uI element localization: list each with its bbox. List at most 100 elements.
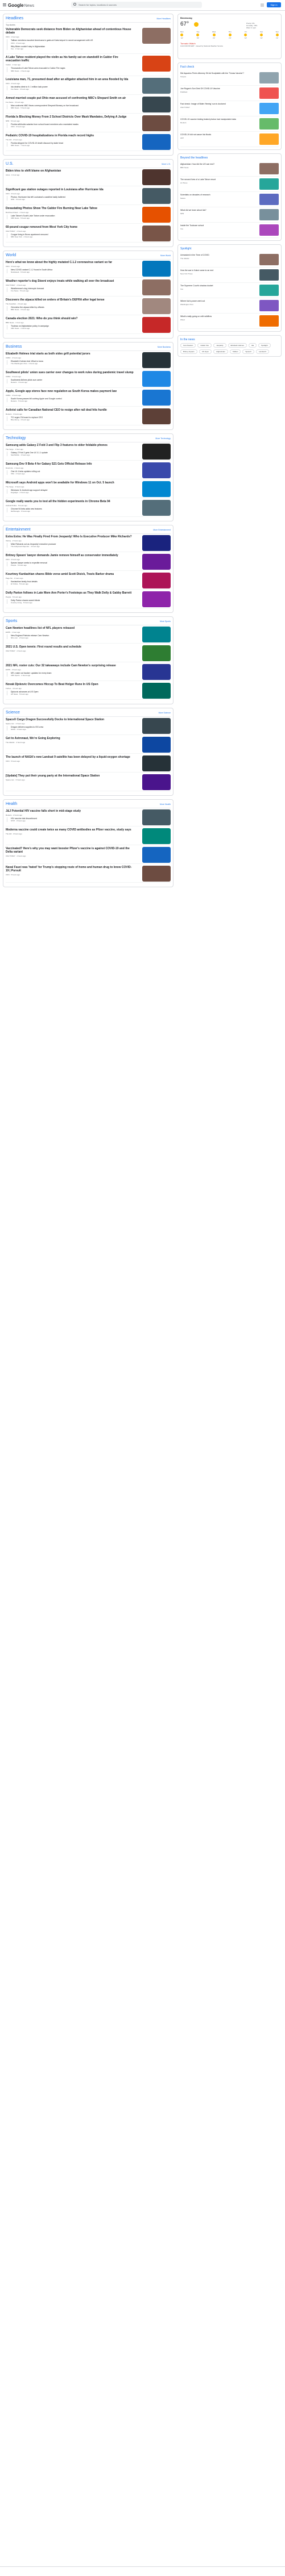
story-thumbnail[interactable]: [142, 187, 171, 204]
topic-tag[interactable]: Elizabeth Holmes: [228, 343, 247, 348]
story-thumbnail[interactable]: [142, 736, 171, 753]
story-title[interactable]: Apple, Google app stores face new regula…: [6, 390, 134, 393]
story-thumbnail[interactable]: [142, 626, 171, 642]
more-link[interactable]: More World: [160, 254, 171, 257]
story-thumbnail[interactable]: [142, 645, 171, 661]
story-thumbnail[interactable]: [142, 865, 171, 882]
story-thumbnail[interactable]: [142, 663, 171, 680]
story-thumbnail[interactable]: [142, 115, 171, 131]
story[interactable]: Devastating Photos Show The Caldor Fire …: [6, 206, 171, 224]
spotlight-item-thumbnail[interactable]: [259, 285, 279, 296]
story[interactable]: A Lake Tahoe resident played the violin …: [6, 56, 171, 76]
story-title[interactable]: Britney Spears' lawyer demands Jamie rem…: [6, 554, 134, 557]
topic-tag[interactable]: Afghanistan: [213, 349, 228, 354]
topic-tag[interactable]: SpaceX: [242, 349, 254, 354]
sign-in-button[interactable]: Sign in: [267, 2, 281, 7]
story[interactable]: Elizabeth Holmes trial starts as both si…: [6, 352, 171, 369]
spotlight-item[interactable]: Where Ida's power went out Washington Pos…: [180, 298, 279, 314]
spotlight-item-thumbnail[interactable]: [259, 269, 279, 281]
more-link[interactable]: More Sports: [160, 620, 171, 623]
story[interactable]: Google really wants you to test all the …: [6, 499, 171, 517]
story-title[interactable]: [Update] They put their young party at t…: [6, 774, 134, 778]
more-link[interactable]: More Technology: [155, 437, 171, 440]
story[interactable]: Apple, Google app stores face new regula…: [6, 389, 171, 407]
story-title[interactable]: Significant gas station outages reported…: [6, 188, 134, 191]
section-title[interactable]: Entertainment: [6, 528, 31, 532]
section-title[interactable]: U.S.: [6, 162, 14, 166]
story[interactable]: Vulnerable Democrats seek distance from …: [6, 28, 171, 54]
story[interactable]: The launch of NASA's new Landsat 9 satel…: [6, 755, 171, 773]
topic-tag[interactable]: Spotlight: [258, 343, 271, 348]
logo[interactable]: GoogleNews: [8, 3, 34, 8]
story-title[interactable]: Florida Is Blocking Money From 2 School …: [6, 115, 134, 119]
story-thumbnail[interactable]: [142, 298, 171, 314]
story-thumbnail[interactable]: [142, 370, 171, 387]
fact_check-item-thumbnail[interactable]: [259, 87, 279, 99]
fact_check-item-thumbnail[interactable]: [259, 103, 279, 114]
fact_check-item-title[interactable]: COVID-19 vaccine testing leaked photos h…: [180, 118, 254, 121]
story[interactable]: Microsoft says Android apps won't be ava…: [6, 481, 171, 498]
story[interactable]: 60-pound cougar removed from West York C…: [6, 225, 171, 243]
story[interactable]: J&J Potential HIV vaccine falls short in…: [6, 809, 171, 826]
menu-icon[interactable]: [3, 3, 6, 6]
section-title[interactable]: Business: [6, 345, 22, 349]
section-title[interactable]: Technology: [6, 436, 26, 440]
local-item[interactable]: What did we learn about Ida? NPR: [180, 207, 279, 223]
local-item[interactable]: Inside the Toulouse school Vox: [180, 223, 279, 238]
story[interactable]: Weather reporter's dog Stoeni enjoys tre…: [6, 279, 171, 297]
local-item-thumbnail[interactable]: [259, 178, 279, 190]
story[interactable]: Florida Is Blocking Money From 2 School …: [6, 115, 171, 132]
spotlight-item-thumbnail[interactable]: [259, 315, 279, 327]
story[interactable]: Pediatric COVID-19 hospitalizations in F…: [6, 133, 171, 151]
story-title[interactable]: SpaceX Cargo Dragon Successfully Docks t…: [6, 718, 134, 721]
search-bar[interactable]: Search for topics, locations & sources: [71, 2, 202, 8]
story-thumbnail[interactable]: [142, 279, 171, 295]
story[interactable]: [Update] They put their young party at t…: [6, 774, 171, 791]
topic-tag[interactable]: Cam Newton: [180, 343, 196, 348]
topic-tag[interactable]: Taliban: [229, 349, 241, 354]
story-title[interactable]: Cam Newton headlines list of NFL players…: [6, 627, 134, 630]
spotlight-item[interactable]: Unmasked in the Time of COVID The Atlanti…: [180, 252, 279, 268]
story-thumbnail[interactable]: [142, 462, 171, 478]
local-item-thumbnail[interactable]: [259, 209, 279, 220]
story-thumbnail[interactable]: [142, 389, 171, 406]
story-thumbnail[interactable]: [142, 846, 171, 863]
more-link[interactable]: More Entertainment: [153, 529, 171, 531]
story-title[interactable]: Canada election 2021: Who do you think s…: [6, 317, 134, 320]
apps-grid-icon[interactable]: [261, 3, 264, 7]
section-title[interactable]: World: [6, 253, 16, 257]
fact_check-item-title[interactable]: Fact check: Image of Biden 'fleeing' sun…: [180, 103, 254, 106]
story-thumbnail[interactable]: [142, 682, 171, 699]
fact_check-item-thumbnail[interactable]: [259, 118, 279, 130]
spotlight-item[interactable]: The Supreme Court's shadow docket Vox: [180, 283, 279, 298]
fact_check-item[interactable]: Fact check: Image of Biden 'fleeing' sun…: [180, 101, 279, 116]
fact_check-item-thumbnail[interactable]: [259, 72, 279, 83]
story[interactable]: Novak Djokovic Overcomes Hiccup To Beat …: [6, 682, 171, 700]
topic-tag[interactable]: Landsat 9: [255, 349, 270, 354]
more-link[interactable]: More Business: [158, 346, 171, 348]
fact_check-item-title[interactable]: Joe Rogan's Son Died Of COVID-19 Vaccine: [180, 87, 254, 90]
more-link[interactable]: More Health: [160, 803, 171, 805]
story[interactable]: Extra Extra: He Was Finally Fired From J…: [6, 535, 171, 552]
search-input[interactable]: Search for topics, locations & sources: [79, 3, 117, 6]
story[interactable]: 2021 NFL roster cuts: Our 32 takeaways i…: [6, 663, 171, 681]
story[interactable]: Cam Newton headlines list of NFL players…: [6, 626, 171, 644]
story[interactable]: Moderna vaccine could create twice as ma…: [6, 828, 171, 845]
story[interactable]: Discovers the alpaca killed on orders of…: [6, 298, 171, 315]
story-thumbnail[interactable]: [142, 96, 171, 112]
story-title[interactable]: Naval Fauci was 'hated' for Trump's stop…: [6, 866, 134, 872]
story-title[interactable]: The launch of NASA's new Landsat 9 satel…: [6, 755, 134, 759]
story-thumbnail[interactable]: [142, 169, 171, 185]
topic-tag[interactable]: Ida: [248, 343, 257, 348]
story-thumbnail[interactable]: [142, 553, 171, 570]
story[interactable]: Significant gas station outages reported…: [6, 187, 171, 205]
topic-tag[interactable]: Britney Spears: [180, 349, 197, 354]
local-item-thumbnail[interactable]: [259, 194, 279, 205]
story[interactable]: Southwest pilots' union sues carrier ove…: [6, 370, 171, 388]
topic-tag[interactable]: US Open: [199, 349, 212, 354]
local-item[interactable]: Scientists on decades of research Nature: [180, 192, 279, 207]
story[interactable]: Samsung adds Galaxy Z Fold 3 and Flip 3 …: [6, 443, 171, 461]
story-title[interactable]: Discovers the alpaca killed on orders of…: [6, 298, 134, 302]
more-link[interactable]: More U.S.: [162, 163, 171, 165]
fact_check-item[interactable]: COVID-19 vaccine testing leaked photos h…: [180, 116, 279, 132]
